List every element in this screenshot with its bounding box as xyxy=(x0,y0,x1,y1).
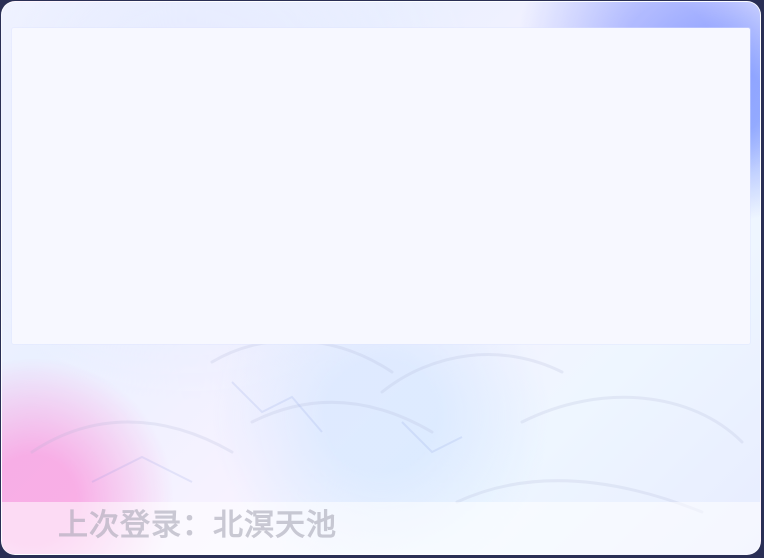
footer-bar: 上次登录：北溟天池 xyxy=(2,502,760,554)
content-panel xyxy=(12,28,750,344)
app-window: 上次登录：北溟天池 xyxy=(1,1,761,555)
last-login-label: 上次登录：北溟天池 xyxy=(58,508,337,543)
